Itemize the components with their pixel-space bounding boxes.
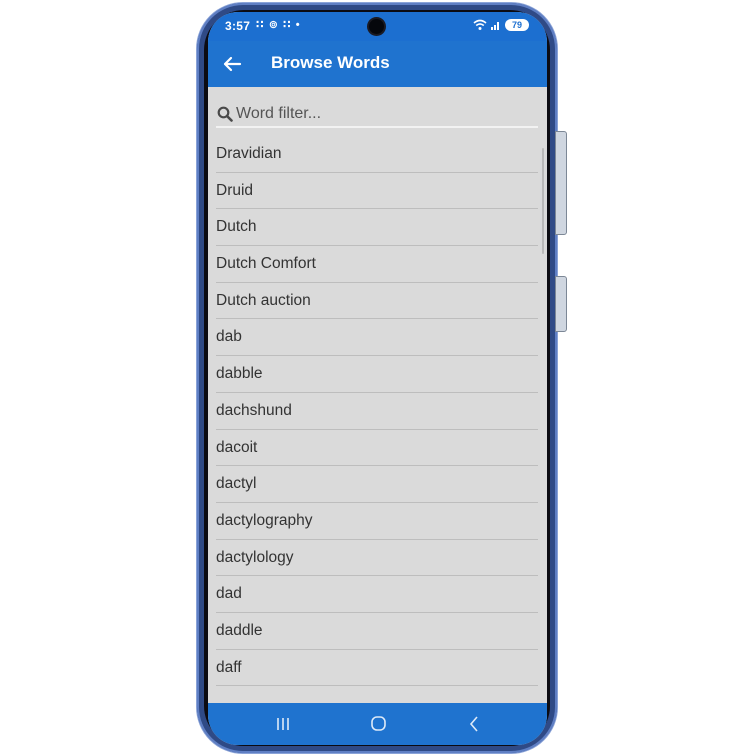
system-nav-bar (208, 703, 547, 745)
arrow-left-icon[interactable] (220, 52, 244, 76)
list-item[interactable]: dad (216, 576, 538, 613)
signal-icon (491, 22, 499, 30)
back-chevron-icon[interactable] (462, 713, 486, 735)
list-item[interactable]: Dravidian (216, 136, 538, 173)
list-item[interactable]: dachshund (216, 393, 538, 430)
list-item[interactable]: dactyl (216, 466, 538, 503)
app-bar: Browse Words (208, 41, 547, 87)
list-item[interactable]: dabble (216, 356, 538, 393)
word-filter-input[interactable] (236, 103, 536, 125)
battery-indicator: 79 (505, 19, 529, 31)
word-list: Dravidian Druid Dutch Dutch Comfort Dutc… (216, 136, 538, 687)
status-time: 3:57 (225, 19, 251, 33)
recent-apps-icon[interactable] (271, 713, 295, 735)
camera-cutout (369, 19, 384, 34)
list-item[interactable]: dactylology (216, 540, 538, 577)
list-item[interactable]: Dutch (216, 209, 538, 247)
wifi-icon (473, 19, 487, 30)
list-item[interactable]: daddle (216, 613, 538, 650)
list-item[interactable]: dab (216, 319, 538, 357)
scrollbar[interactable] (542, 148, 544, 254)
list-item[interactable]: dactylography (216, 503, 538, 540)
screen: 3:57 ∷ ⊚ ∷ • 79 Browse Words Word filter… (208, 12, 547, 745)
page-title: Browse Words (271, 53, 390, 72)
list-item[interactable]: Dutch auction (216, 283, 538, 320)
search-bar (216, 103, 538, 128)
status-bar: 3:57 ∷ ⊚ ∷ • 79 (208, 12, 547, 41)
search-icon (217, 106, 233, 122)
list-item[interactable]: Druid (216, 173, 538, 210)
home-icon[interactable] (366, 713, 390, 735)
status-right: 79 (473, 19, 529, 31)
notification-icons: ∷ ⊚ ∷ • (256, 19, 301, 31)
list-item[interactable]: dacoit (216, 430, 538, 467)
list-item[interactable]: Dutch Comfort (216, 246, 538, 283)
volume-button (555, 131, 567, 235)
power-button (555, 276, 567, 332)
list-item[interactable]: daff (216, 650, 538, 687)
